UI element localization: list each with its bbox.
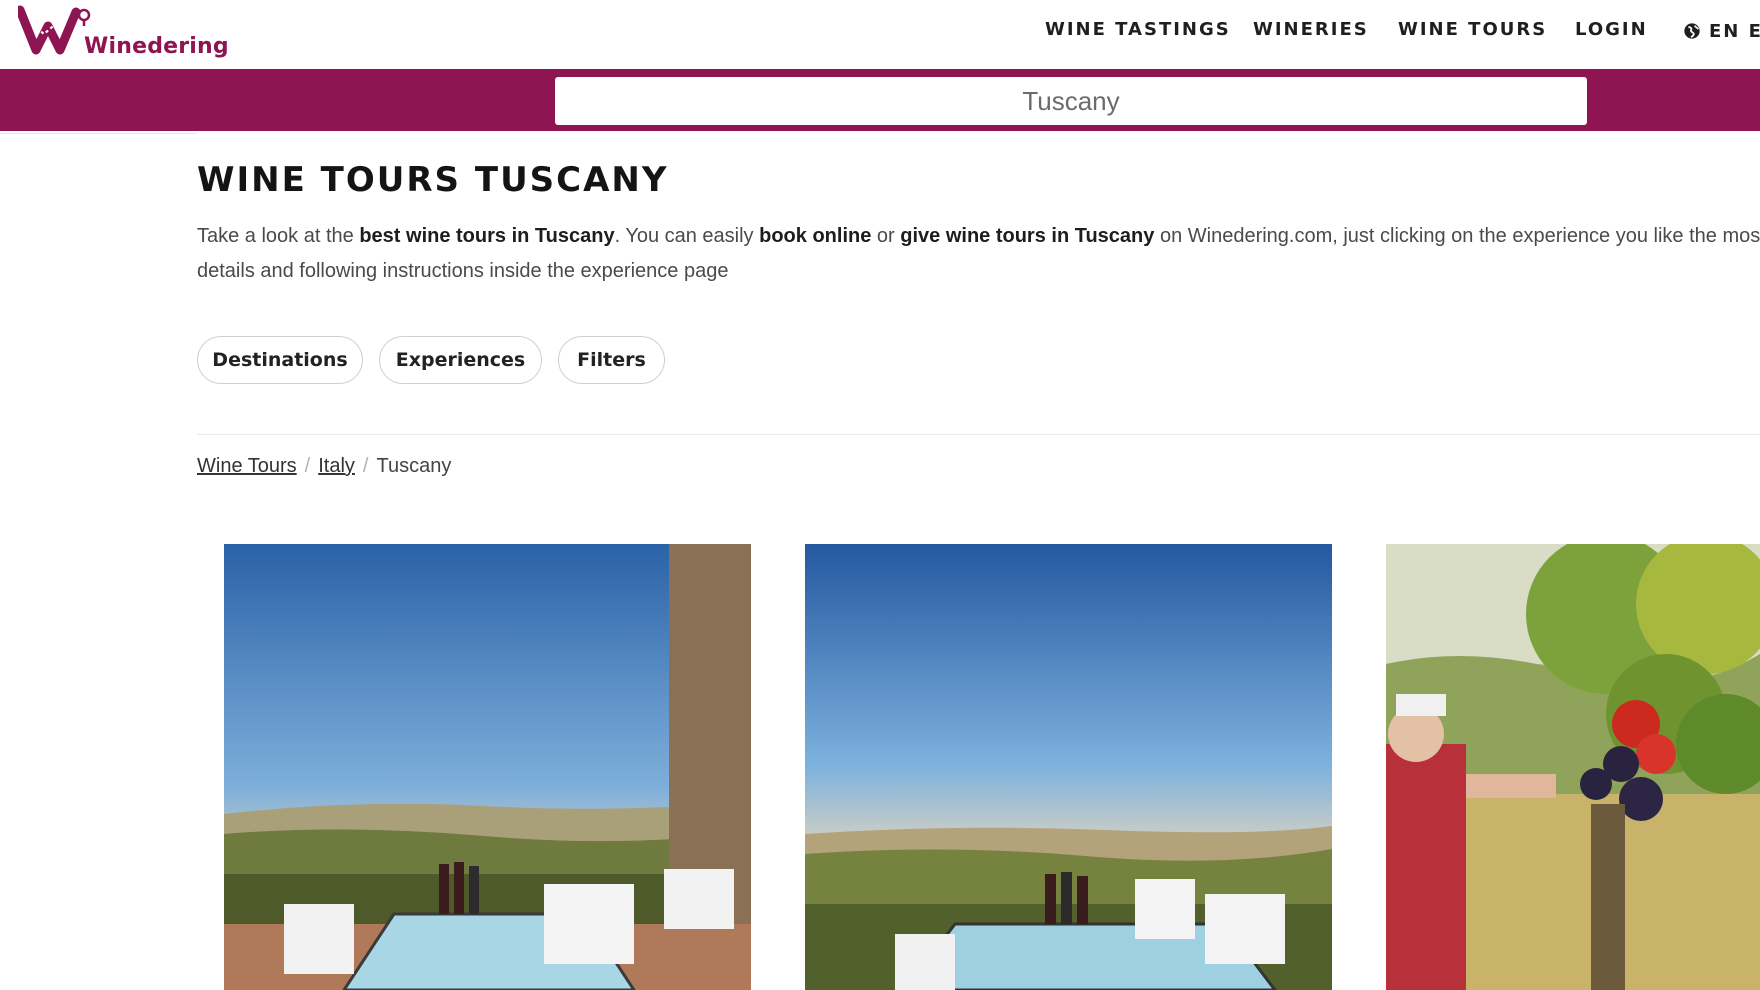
intro-part: details and following instructions insid… — [197, 260, 729, 282]
search-band — [0, 69, 1760, 131]
intro-bold: give wine tours in Tuscany — [900, 225, 1155, 247]
top-navbar: Winedering WINE TASTINGS WINERIES WINE T… — [0, 0, 1760, 69]
breadcrumb-current: Tuscany — [376, 455, 452, 477]
intro-part: Take a look at the — [197, 225, 360, 247]
intro-part: or — [871, 225, 901, 247]
breadcrumb-italy[interactable]: Italy — [318, 455, 355, 478]
breadcrumb-separator: / — [304, 455, 311, 477]
globe-icon — [1684, 23, 1700, 39]
page-title: WINE TOURS TUSCANY — [197, 160, 669, 200]
tour-card-image[interactable] — [1386, 544, 1760, 990]
section-divider — [197, 434, 1760, 435]
nav-wineries[interactable]: WINERIES — [1253, 19, 1369, 43]
filters-button[interactable]: Filters — [558, 336, 665, 384]
tour-card-image[interactable] — [224, 544, 751, 990]
intro-part: . You can easily — [614, 225, 760, 247]
intro-bold: best wine tours in Tuscany — [359, 225, 615, 247]
breadcrumb-wine-tours[interactable]: Wine Tours — [197, 455, 297, 478]
experiences-button[interactable]: Experiences — [379, 336, 542, 384]
logo-text: Winedering — [84, 34, 229, 59]
nav-wine-tours[interactable]: WINE TOURS — [1398, 19, 1547, 43]
destinations-button[interactable]: Destinations — [197, 336, 363, 384]
search-input[interactable] — [555, 77, 1587, 125]
outdoor-table-photo — [805, 544, 1332, 990]
language-selector[interactable]: EN EU — [1683, 19, 1760, 43]
intro-bold: book online — [759, 225, 872, 247]
intro-text: Take a look at the best wine tours in Tu… — [197, 219, 1760, 289]
tour-card-image[interactable] — [805, 544, 1332, 990]
breadcrumb: Wine Tours / Italy / Tuscany — [197, 455, 451, 478]
breadcrumb-separator: / — [362, 455, 369, 477]
language-label: EN EU — [1709, 20, 1760, 42]
header-divider — [0, 133, 197, 134]
grape-harvest-photo — [1386, 544, 1760, 990]
winedering-logo[interactable]: Winedering — [15, 4, 229, 60]
nav-login[interactable]: LOGIN — [1575, 19, 1648, 43]
intro-part: on Winedering.com, just clicking on the … — [1154, 225, 1760, 247]
terrace-photo — [224, 544, 751, 990]
nav-wine-tastings[interactable]: WINE TASTINGS — [1045, 19, 1231, 43]
